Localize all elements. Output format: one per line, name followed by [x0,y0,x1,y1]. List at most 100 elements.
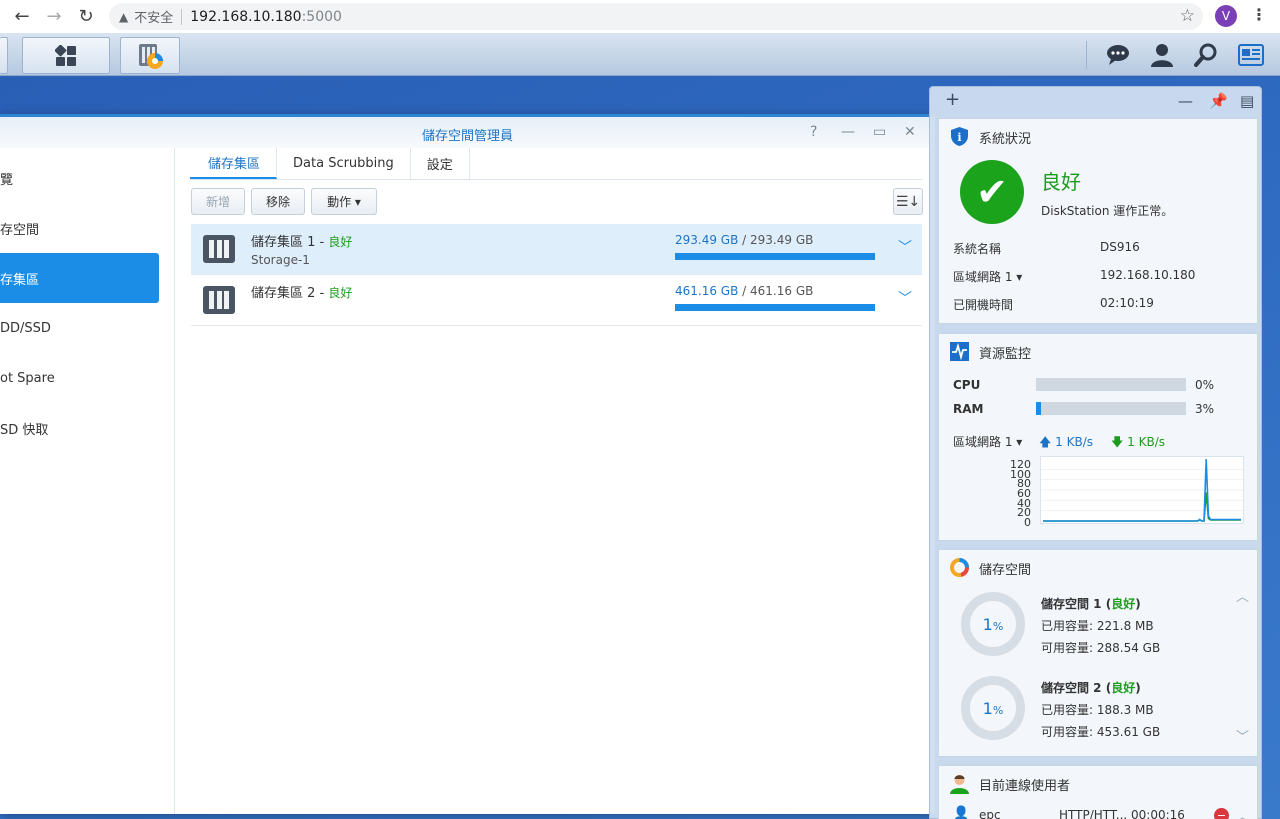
sidebar-item-volume[interactable]: 存空間 [0,203,159,253]
table-row[interactable]: 儲存集區 2 - 良好 461.16 GB / 461.16 GB ﹀ [191,275,922,326]
window-titlebar[interactable]: 儲存空間管理員 ? — ▭ ✕ [0,114,935,148]
volume-free: 可用容量: 288.54 GB [1041,641,1161,655]
storage-manager-window: 儲存空間管理員 ? — ▭ ✕ 覽 存空間 存集區 DD/SSD ot Spar… [0,114,935,814]
volume-name-close: ) [1135,681,1141,695]
profile-avatar[interactable]: V [1215,5,1237,27]
back-icon[interactable]: ← [6,0,38,33]
reload-icon[interactable]: ↻ [70,0,102,33]
url-port: :5000 [301,8,342,25]
remove-button[interactable]: 移除 [251,188,305,215]
chevron-down-icon[interactable]: ﹀ [898,237,912,257]
volume-name-close: ) [1135,597,1141,611]
help-icon[interactable]: ? [810,124,817,140]
pool-name: 儲存集區 1 - 良好 [251,231,352,250]
storage-widget-title: 儲存空間 [979,563,1032,578]
apps-grid-icon [55,44,76,66]
chevron-down-icon[interactable]: ﹀ [898,288,912,308]
storage-manager-icon [139,43,163,69]
sort-icon[interactable]: ☰↓ [893,188,923,215]
storage-pool-icon [203,235,235,263]
widgets-toggle-icon[interactable] [1237,42,1265,68]
widgets-panel: + — 📌 ▤ i 系統狀況 ✔ 良好 DiskStation 運作正常。 系統… [929,86,1262,819]
user-time: 00:00:16 [1131,808,1185,819]
volume-usage-unit: % [992,703,1004,717]
sidebar-item-storage-pool[interactable]: 存集區 [0,253,159,303]
tab-data-scrubbing[interactable]: Data Scrubbing [277,148,411,179]
show-desktop-button[interactable] [22,37,110,74]
check-icon: ✔ [960,160,1024,224]
sidebar-item-hot-spare[interactable]: ot Spare [0,353,159,403]
kick-user-icon[interactable]: − [1214,808,1229,819]
chevron-up-icon[interactable]: ︿ [1236,586,1249,605]
uptime-value: 02:10:19 [1100,296,1154,310]
user-protocol: HTTP/HTT... [1059,808,1128,819]
lan-ip-value: 192.168.10.180 [1100,268,1196,282]
search-icon[interactable] [1193,42,1219,68]
pin-icon[interactable]: 📌 [1209,92,1228,110]
chart-y-tick: 0 [1024,516,1031,529]
network-dropdown[interactable]: 區域網路 1 ▾ [953,433,1022,450]
pool-dash: - [315,286,329,301]
volume-usage-donut: 1% [961,676,1025,740]
table-row[interactable]: 儲存集區 1 - 良好 Storage-1 293.49 GB / 293.49… [191,224,922,275]
forward-icon[interactable]: → [38,0,70,33]
sidebar-item-hdd-ssd[interactable]: DD/SSD [0,303,159,353]
tab-bar: 儲存集區 Data Scrubbing 設定 [190,148,922,180]
volume-usage-unit: % [992,619,1004,633]
storage-pool-icon [203,286,235,314]
user-row-icon: 👤 [953,806,970,819]
volume-name-text: 儲存空間 2 ( [1041,681,1112,695]
network-chart-svg [1041,458,1243,522]
tab-storage-pool[interactable]: 儲存集區 [190,148,278,179]
collapse-widgets-icon[interactable]: — [1178,92,1193,110]
storage-donut-icon [950,558,970,577]
maximize-icon[interactable]: ▭ [873,124,886,140]
pool-usage-bar [675,253,875,260]
tab-settings[interactable]: 設定 [411,148,470,179]
storage-manager-task-button[interactable] [120,37,180,74]
omnibox-separator [181,8,183,25]
cpu-value: 0% [1195,378,1215,392]
volume-status: 良好 [1111,597,1136,611]
health-status: 良好 [1041,170,1081,194]
resource-monitor-widget: 資源監控 CPU 0% RAM 3% 區域網路 1 ▾ 🡅 1 KB/s 🡇 1… [938,333,1258,541]
volume-name: 儲存空間 2 (良好) [1041,679,1141,696]
volume-name-text: 儲存空間 1 ( [1041,597,1112,611]
widget-settings-icon[interactable]: ▤ [1240,92,1254,110]
connected-users-widget: 目前連線使用者 👤 epc HTTP/HTT... 00:00:16 − ︿ [938,765,1258,819]
arrow-down-icon: 🡇 [1111,435,1124,449]
main-menu-button[interactable] [0,37,8,74]
browser-menu-icon[interactable]: ⋮ [1251,5,1267,24]
svg-text:i: i [957,131,961,144]
user-icon[interactable] [1149,42,1175,68]
sidebar-item-overview[interactable]: 覽 [0,153,159,203]
pool-capacity: 461.16 GB / 461.16 GB [675,284,813,298]
chevron-up-icon[interactable]: ︿ [1236,806,1249,819]
chevron-down-icon[interactable]: ﹀ [1236,726,1249,745]
network-chart [1040,456,1244,524]
browser-toolbar: ← → ↻ ▲ 不安全 192.168.10.180:5000 ☆ V ⋮ [0,0,1280,33]
users-icon [950,775,969,794]
cpu-label: CPU [953,378,981,392]
chat-icon[interactable] [1105,42,1131,68]
pool-name-text: 儲存集區 2 [251,286,316,301]
resource-monitor-title: 資源監控 [979,347,1032,362]
download-rate: 🡇 1 KB/s [1111,433,1165,454]
volume-name: 儲存空間 1 (良好) [1041,595,1141,612]
bookmark-star-icon[interactable]: ☆ [1180,6,1195,26]
insecure-label: 不安全 [134,11,174,26]
storage-widget: 儲存空間 ︿ 1% 儲存空間 1 (良好) 已用容量: 221.8 MB 可用容… [938,549,1258,757]
health-description: DiskStation 運作正常。 [1041,204,1174,218]
address-bar[interactable]: ▲ 不安全 192.168.10.180:5000 ☆ [109,3,1203,30]
system-name-value: DS916 [1100,240,1140,254]
create-button[interactable]: 新增 [191,188,245,215]
url-host: 192.168.10.180 [190,8,302,25]
add-widget-icon[interactable]: + [945,89,960,110]
uptime-label: 已開機時間 [953,298,1014,312]
sidebar-item-ssd-cache[interactable]: SD 快取 [0,403,159,453]
system-status-widget: i 系統狀況 ✔ 良好 DiskStation 運作正常。 系統名稱 DS916… [938,118,1258,324]
lan-dropdown[interactable]: 區域網路 1 ▾ [953,268,1022,285]
minimize-icon[interactable]: — [841,124,855,140]
close-icon[interactable]: ✕ [904,124,916,140]
action-dropdown-button[interactable]: 動作 ▾ [311,188,377,215]
